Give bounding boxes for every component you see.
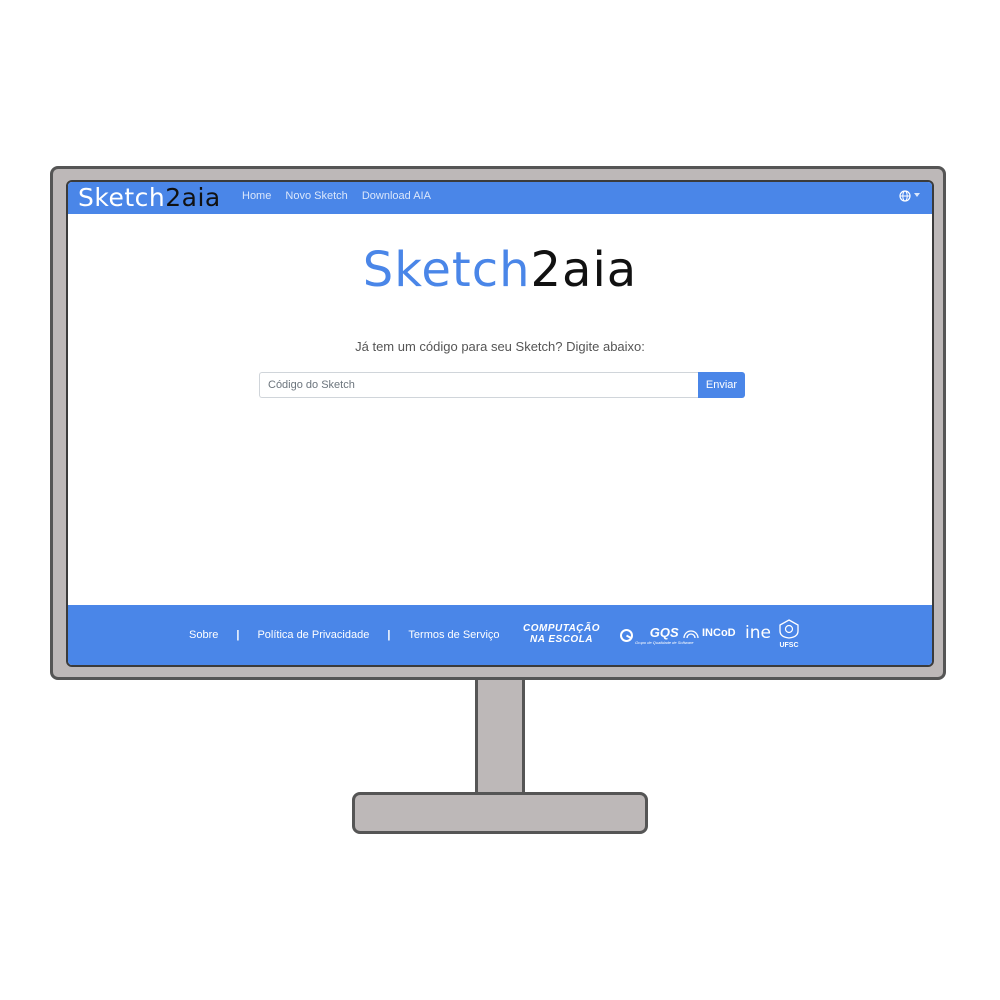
main-logo-part1: Sketch (362, 242, 531, 298)
sketch-code-input[interactable] (259, 372, 698, 398)
footer-link-privacy[interactable]: Política de Privacidade (257, 629, 369, 641)
submit-button[interactable]: Enviar (698, 372, 745, 398)
brand-part1: Sketch (78, 183, 166, 212)
code-prompt: Já tem um código para seu Sketch? Digite… (355, 339, 645, 354)
nav-links: Home Novo Sketch Download AIA (242, 190, 442, 202)
gqs-icon (620, 628, 633, 642)
partner-computacao-line1: COMPUTAÇÃO (523, 623, 601, 634)
sketch-code-form: Enviar (259, 372, 745, 398)
partner-gqs-sub: Grupo de Qualidade de Software (635, 640, 694, 645)
main-logo: Sketch2aia (68, 242, 932, 298)
brand-logo[interactable]: Sketch2aia (78, 183, 221, 212)
partner-computacao-line2: NA ESCOLA (530, 634, 594, 645)
monitor-stand-base (352, 792, 648, 834)
partner-logo-ufsc[interactable]: UFSC (778, 619, 800, 650)
ufsc-crest-icon (779, 619, 799, 639)
monitor-stand-neck (475, 680, 525, 798)
footer-links: Sobre | Política de Privacidade | Termos… (189, 629, 500, 641)
nav-home[interactable]: Home (242, 190, 271, 202)
footer-link-terms[interactable]: Termos de Serviço (408, 629, 499, 641)
nav-new-sketch[interactable]: Novo Sketch (285, 190, 347, 202)
incod-icon (683, 630, 699, 639)
language-dropdown[interactable] (899, 190, 920, 202)
footer-link-about[interactable]: Sobre (189, 629, 218, 641)
browser-screen: Sketch2aia Home Novo Sketch Download AIA… (66, 180, 934, 667)
footer-separator: | (387, 629, 391, 641)
footer-separator: | (236, 629, 240, 641)
nav-download-aia[interactable]: Download AIA (362, 190, 431, 202)
partner-incod-name: INCoD (702, 627, 736, 639)
brand-part2: 2aia (165, 183, 221, 212)
chevron-down-icon (914, 193, 920, 197)
main-logo-part2: 2aia (530, 242, 638, 298)
partner-logo-ine[interactable]: ine (745, 623, 771, 643)
footer: Sobre | Política de Privacidade | Termos… (68, 605, 932, 665)
partner-gqs-name: GQS (649, 625, 679, 640)
navbar: Sketch2aia Home Novo Sketch Download AIA (68, 182, 932, 214)
partner-logo-incod[interactable]: INCoD (682, 627, 736, 639)
globe-icon (899, 190, 911, 202)
partner-logo-computacao-na-escola[interactable]: COMPUTAÇÃO NA ESCOLA (523, 623, 600, 645)
partner-ufsc-name: UFSC (779, 642, 799, 649)
